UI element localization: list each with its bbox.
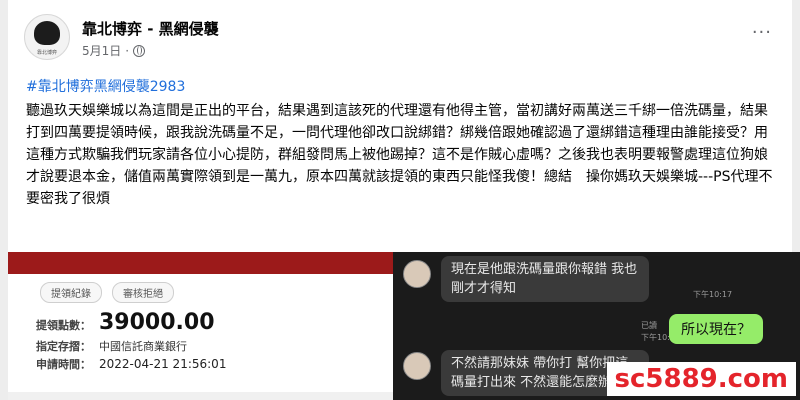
tab-review-rejected[interactable]: 審核拒絕 (112, 282, 174, 303)
tab-withdraw-record[interactable]: 提領紀錄 (40, 282, 102, 303)
withdraw-time-row: 申請時間： 2022-04-21 21:56:01 (36, 356, 226, 372)
post-date[interactable]: 5月1日 (82, 42, 121, 59)
author-avatar[interactable]: 靠北博弈 (24, 14, 70, 60)
post-hashtag[interactable]: #靠北博弈黑網侵襲2983 (26, 76, 185, 96)
chat-message-outgoing: 所以現在？ (669, 314, 763, 344)
author-name[interactable]: 靠北博弈 - 黑網侵襲 (82, 18, 219, 39)
chat-avatar-agent-2 (403, 352, 431, 380)
chat-read-label: 已讀 (641, 321, 657, 330)
chat-message-incoming-1: 現在是他跟洗碼量跟你報錯 我也剛才才得知 (441, 256, 649, 302)
withdraw-footer (8, 392, 393, 400)
bank-label: 指定存摺： (36, 340, 91, 353)
withdraw-header-bar (8, 252, 393, 274)
bank-value: 中國信託商業銀行 (99, 340, 187, 353)
avatar-face (34, 21, 60, 45)
withdraw-screenshot: 提領紀錄 審核拒絕 提領點數： 39000.00 指定存摺： 中國信託商業銀行 … (8, 252, 393, 400)
chat-timestamp-1: 下午10:17 (693, 290, 733, 299)
amount-value: 39000.00 (99, 310, 215, 335)
amount-label: 提領點數： (36, 319, 91, 332)
chat-avatar-agent (403, 260, 431, 288)
post-card: 靠北博弈 靠北博弈 - 黑網侵襲 5月1日 · ··· #靠北博弈黑網侵襲298… (8, 0, 792, 252)
withdraw-amount-row: 提領點數： 39000.00 (36, 310, 215, 335)
more-options-icon[interactable]: ··· (752, 24, 772, 42)
globe-icon (133, 44, 146, 57)
post-body: 聽過玖天娛樂城以為這間是正出的平台，結果遇到這該死的代理還有他得主管，當初講好兩… (26, 103, 773, 207)
time-value: 2022-04-21 21:56:01 (99, 357, 227, 371)
site-watermark: sc5889.com (606, 362, 796, 396)
withdraw-tabs: 提領紀錄 審核拒絕 (40, 282, 174, 303)
post-meta: 5月1日 · (82, 42, 146, 59)
avatar-caption: 靠北博弈 (36, 50, 57, 56)
time-label: 申請時間： (36, 358, 91, 371)
meta-separator: · (125, 43, 130, 58)
withdraw-bank-row: 指定存摺： 中國信託商業銀行 (36, 338, 187, 354)
